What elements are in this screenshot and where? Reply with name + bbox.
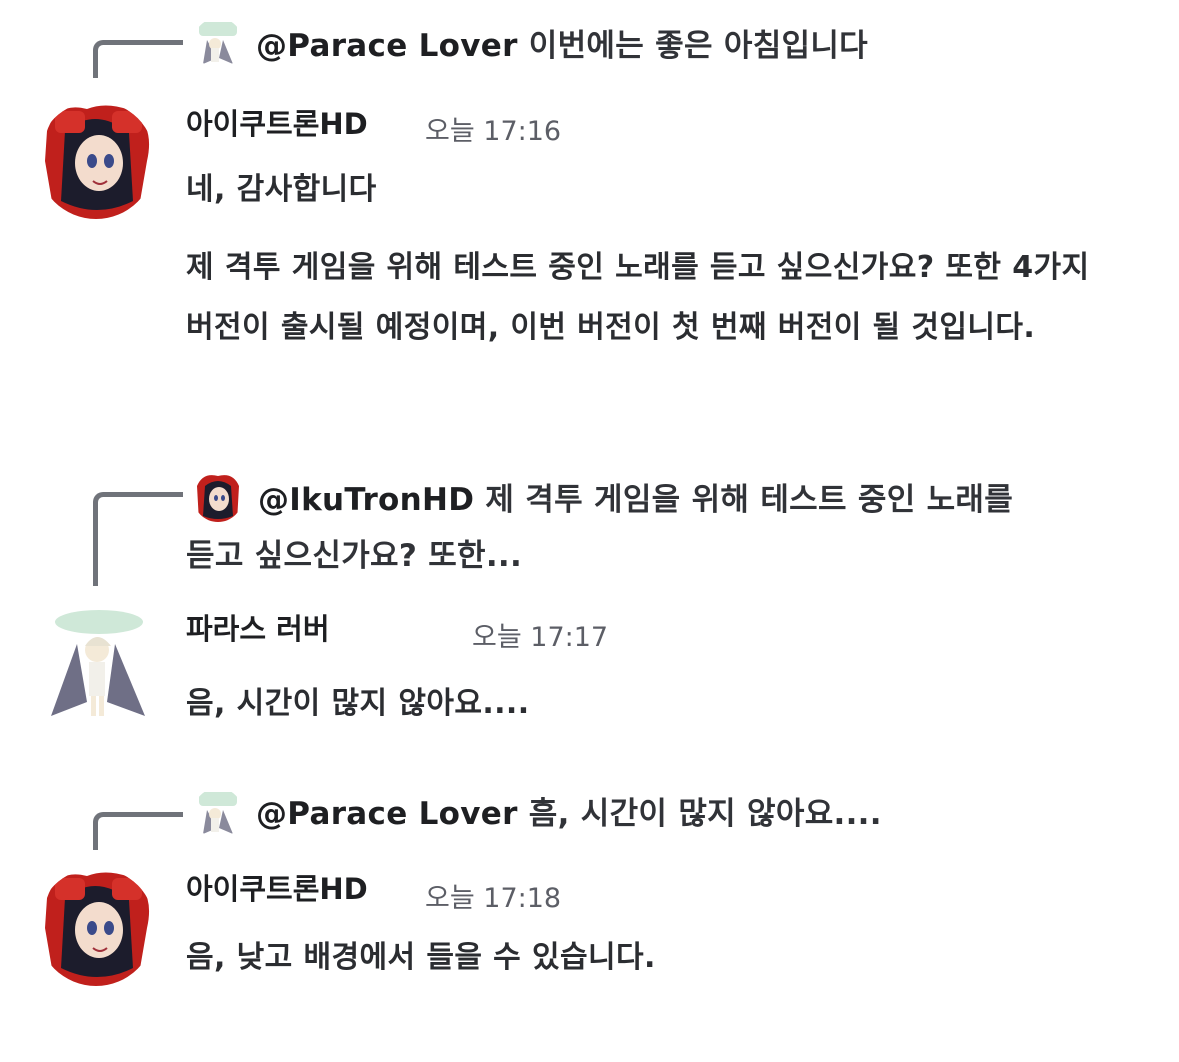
ikutron-avatar-icon[interactable] bbox=[37, 868, 155, 986]
message-line: 제 격투 게임을 위해 테스트 중인 노래를 듣고 싶으신가요? 또한 4가지 bbox=[186, 250, 1090, 285]
message-timestamp: 오늘 17:17 bbox=[472, 622, 609, 653]
message-text: 음, 시간이 많지 않아요.... bbox=[186, 686, 530, 721]
parace-lover-avatar-icon[interactable] bbox=[193, 788, 243, 838]
author-name[interactable]: 아이쿠트론HD bbox=[186, 866, 368, 908]
author-name[interactable]: 아이쿠트론HD bbox=[186, 101, 368, 143]
reply-connector bbox=[93, 812, 183, 850]
reply-snippet: 흠, 시간이 많지 않아요.... bbox=[528, 796, 882, 832]
reply-connector bbox=[93, 40, 183, 78]
ikutron-avatar-icon[interactable] bbox=[37, 101, 155, 219]
message-text-continued: 제 격투 게임을 위해 테스트 중인 노래를 듣고 싶으신가요? 또한 4가지 … bbox=[186, 238, 1126, 358]
reply-mention[interactable]: @IkuTronHD bbox=[258, 482, 474, 518]
reply-mention[interactable]: @Parace Lover bbox=[256, 796, 518, 832]
message-timestamp: 오늘 17:18 bbox=[425, 883, 562, 914]
parace-lover-avatar-icon[interactable] bbox=[193, 18, 243, 68]
message-text: 네, 감사합니다 bbox=[186, 172, 377, 207]
parace-lover-avatar-icon[interactable] bbox=[37, 606, 155, 724]
author-name[interactable]: 파라스 러버 bbox=[186, 606, 330, 648]
reply-preview[interactable]: @Parace Lover 이번에는 좋은 아침입니다 bbox=[256, 18, 868, 74]
message-text: 음, 낮고 배경에서 들을 수 있습니다. bbox=[186, 940, 656, 975]
reply-snippet: 이번에는 좋은 아침입니다 bbox=[528, 28, 868, 64]
reply-mention[interactable]: @Parace Lover bbox=[256, 28, 518, 64]
reply-preview[interactable]: @IkuTronHD 제 격투 게임을 위해 테스트 중인 노래를 듣고 싶으신… bbox=[186, 472, 1116, 584]
reply-connector bbox=[93, 492, 183, 586]
reply-snippet: 듣고 싶으신가요? 또한... bbox=[186, 538, 523, 574]
reply-snippet: 제 격투 게임을 위해 테스트 중인 노래를 bbox=[485, 482, 1014, 518]
message-line: 버전이 출시될 예정이며, 이번 버전이 첫 번째 버전이 될 것입니다. bbox=[186, 310, 1036, 345]
message-timestamp: 오늘 17:16 bbox=[425, 116, 562, 147]
reply-preview[interactable]: @Parace Lover 흠, 시간이 많지 않아요.... bbox=[256, 786, 882, 842]
